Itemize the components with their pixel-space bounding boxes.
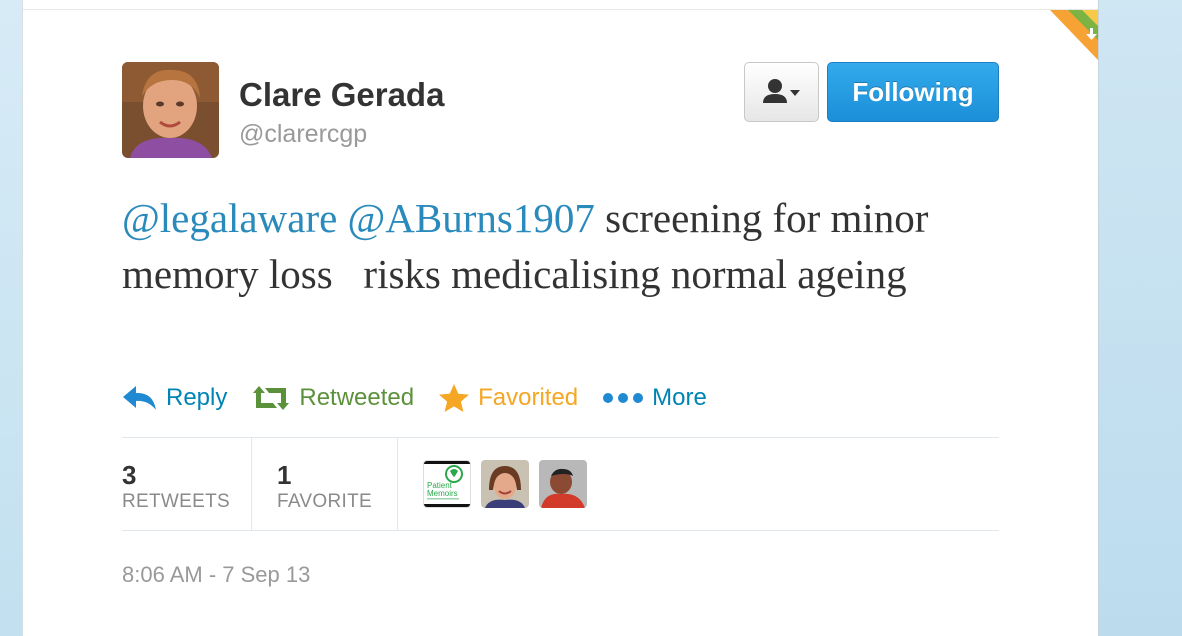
patient-memoirs-line2: Memoirs [427, 489, 458, 498]
retweets-count: 3 [122, 460, 137, 490]
favorites-label: FAVORITE [277, 491, 372, 512]
user-actions-dropdown-button[interactable] [744, 62, 819, 122]
favorite-action[interactable]: Favorited [438, 383, 578, 413]
stats-separator [251, 438, 252, 530]
favoriter-avatar-woman[interactable] [481, 460, 529, 508]
user-dropdown-icon [763, 79, 800, 103]
star-icon [439, 384, 470, 412]
stats-bottom-divider [122, 530, 999, 531]
user-display-name[interactable]: Clare Gerada [239, 76, 444, 114]
card-top-edge [23, 0, 1098, 10]
retweet-action[interactable]: Retweeted [251, 384, 414, 412]
tweet-text: @legalaware @ABurns1907 screening for mi… [122, 190, 982, 302]
tweet-timestamp[interactable]: 8:06 AM - 7 Sep 13 [122, 562, 310, 588]
mention-link[interactable]: @ABurns1907 [348, 195, 595, 241]
favorites-count: 1 [277, 460, 292, 490]
mention-link[interactable]: @legalaware [122, 195, 337, 241]
user-avatar[interactable] [122, 62, 219, 158]
retweets-label: RETWEETS [122, 491, 230, 512]
reply-action[interactable]: Reply [122, 384, 227, 412]
user-handle[interactable]: @clarercgp [239, 120, 367, 149]
reply-label: Reply [166, 384, 228, 411]
favoriter-avatar-man[interactable] [539, 460, 587, 508]
retweets-stat[interactable]: 3 RETWEETS [122, 438, 252, 530]
favoriter-avatar-patient-memoirs[interactable]: Patient Memoirs [423, 460, 471, 508]
patient-memoirs-logo: Patient Memoirs [424, 461, 470, 507]
favorites-stat[interactable]: 1 FAVORITE [277, 438, 397, 530]
more-dots-icon [603, 393, 644, 403]
stats-separator [397, 438, 398, 530]
tweet-actions: Reply Retweeted Favorited More [122, 380, 731, 416]
corner-ribbon-icon [1050, 10, 1098, 60]
more-action[interactable]: More [602, 384, 707, 412]
page-background-left [0, 0, 22, 636]
retweet-icon [253, 386, 290, 410]
tweet-card: Clare Gerada @clarercgp Following @legal… [22, 0, 1099, 636]
stats-top-divider [122, 437, 999, 438]
favorite-label: Favorited [478, 384, 579, 411]
more-label: More [652, 384, 707, 411]
following-button[interactable]: Following [827, 62, 999, 122]
retweet-label: Retweeted [299, 384, 415, 411]
reply-icon [123, 386, 156, 410]
page-background-right [1098, 0, 1182, 636]
